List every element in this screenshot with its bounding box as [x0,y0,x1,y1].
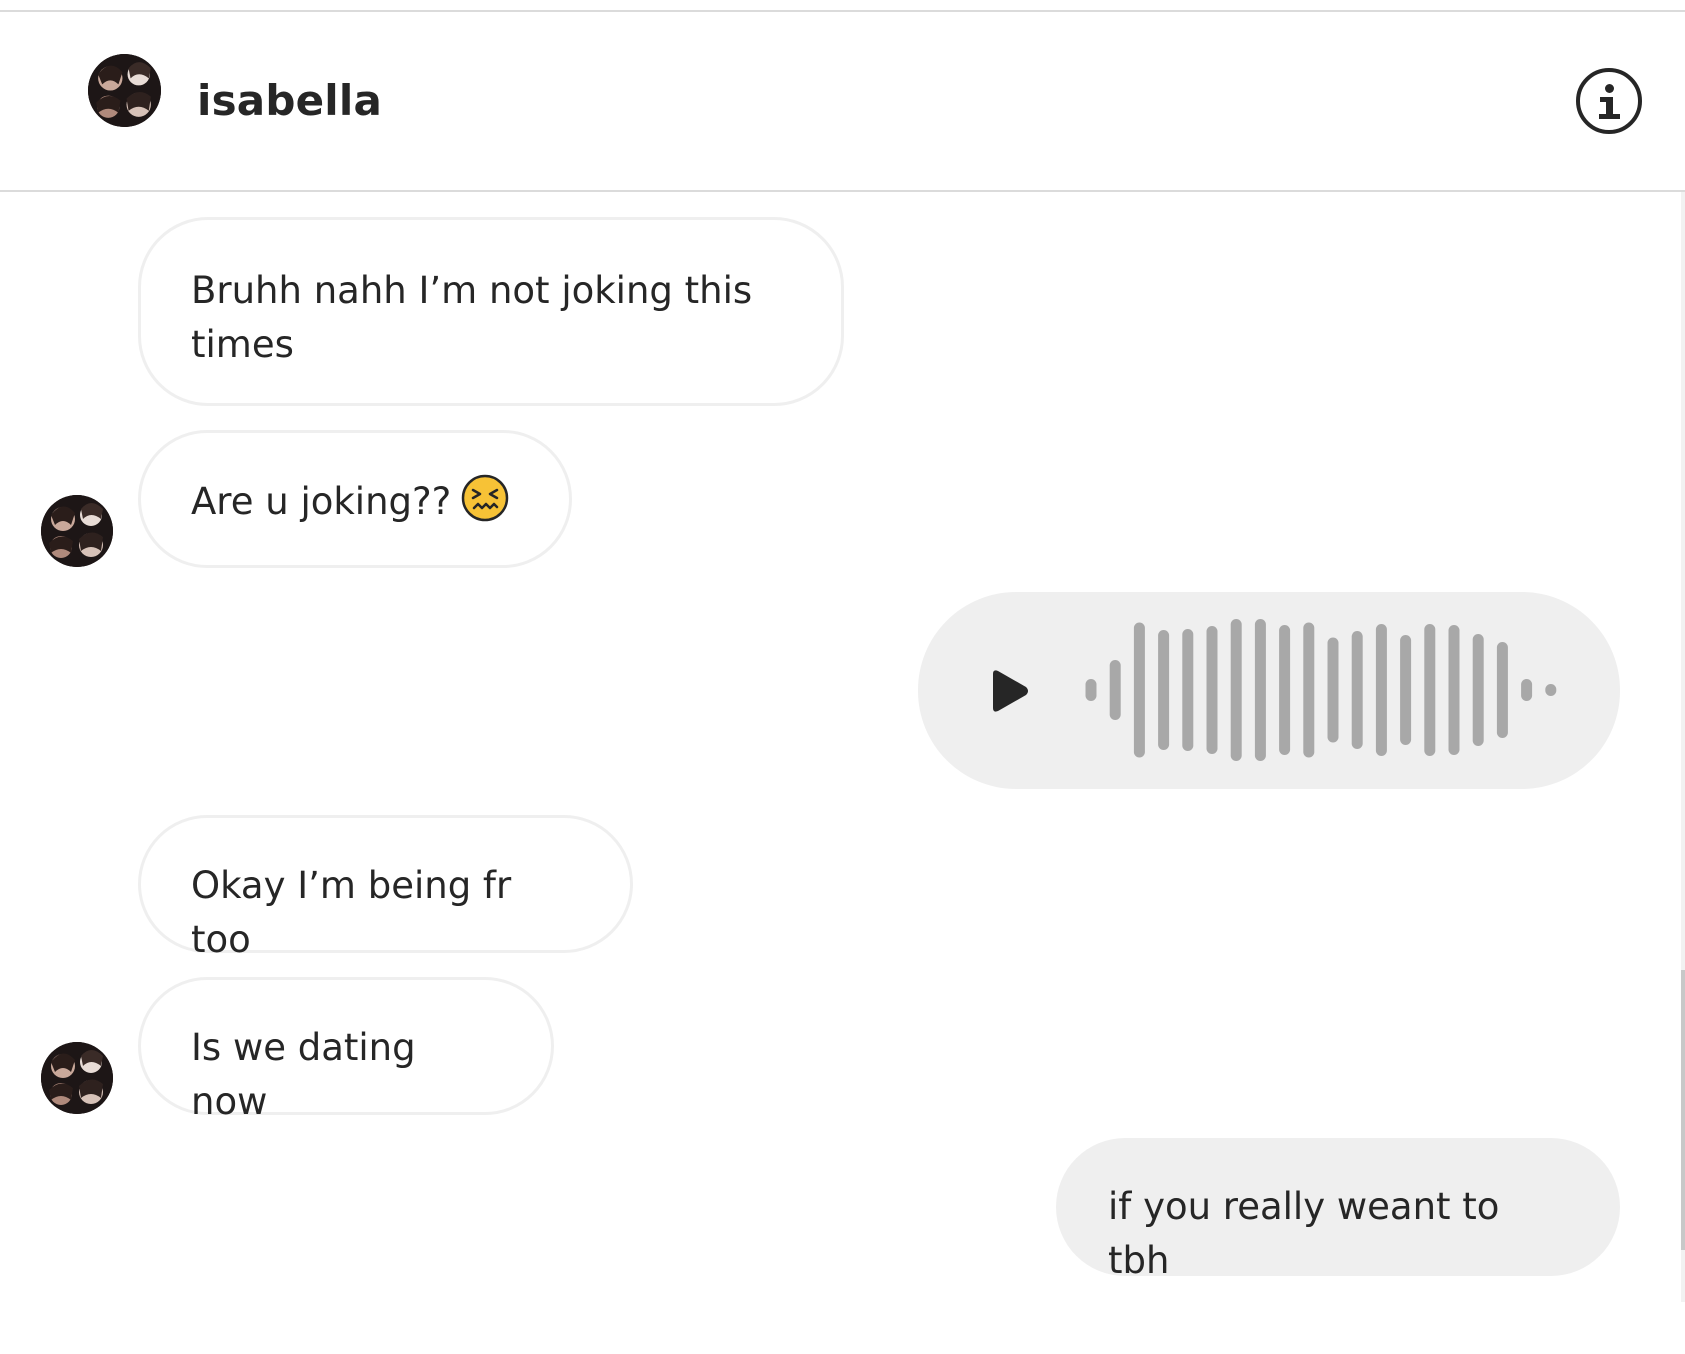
waveform-bar [1496,642,1508,738]
message-text: if you really weant to tbh [1108,1185,1512,1282]
waveform-bar [1424,624,1436,756]
chat-contact-name[interactable]: isabella [197,80,382,122]
message-text: Are u joking?? [191,480,452,523]
scrollbar-thumb[interactable] [1681,970,1685,1250]
message-text: Is we dating now [191,1026,428,1123]
confounded-face-emoji [462,474,509,522]
message-bubble-incoming[interactable]: Okay I’m being fr too [138,815,633,961]
waveform-bar [1254,619,1266,761]
waveform-bar [1472,634,1484,746]
message-bubble-incoming[interactable]: Bruhh nahh I’m not joking this times [138,217,844,406]
waveform-bar [1375,624,1387,756]
waveform-bar [1545,684,1557,696]
waveform-bar [1133,622,1145,758]
info-icon[interactable] [1576,68,1642,134]
waveform-bar [1182,629,1194,751]
message-bubble-incoming[interactable]: Are u joking?? [138,430,572,568]
sender-avatar[interactable] [41,495,113,567]
waveform-bar [1158,630,1170,750]
waveform-bar [1351,631,1363,749]
waveform-bar [1448,625,1460,755]
play-icon[interactable] [988,668,1030,714]
message-text: Bruhh nahh I’m not joking this times [191,269,753,366]
waveform-bar [1279,625,1291,755]
waveform-bar [1327,637,1339,743]
message-text: Okay I’m being fr too [191,864,523,961]
waveform-bar [1521,679,1533,701]
voice-waveform[interactable] [1085,615,1565,765]
waveform-bar [1400,635,1412,745]
header-avatar[interactable] [88,54,161,127]
message-bubble-outgoing[interactable]: if you really weant to tbh [1056,1138,1620,1282]
waveform-bar [1206,626,1218,754]
sender-avatar[interactable] [41,1042,113,1114]
message-bubble-incoming[interactable]: Is we dating now [138,977,554,1123]
waveform-bar [1085,679,1097,701]
waveform-bar [1303,622,1315,758]
waveform-bar [1109,660,1121,720]
waveform-bar [1230,619,1242,761]
